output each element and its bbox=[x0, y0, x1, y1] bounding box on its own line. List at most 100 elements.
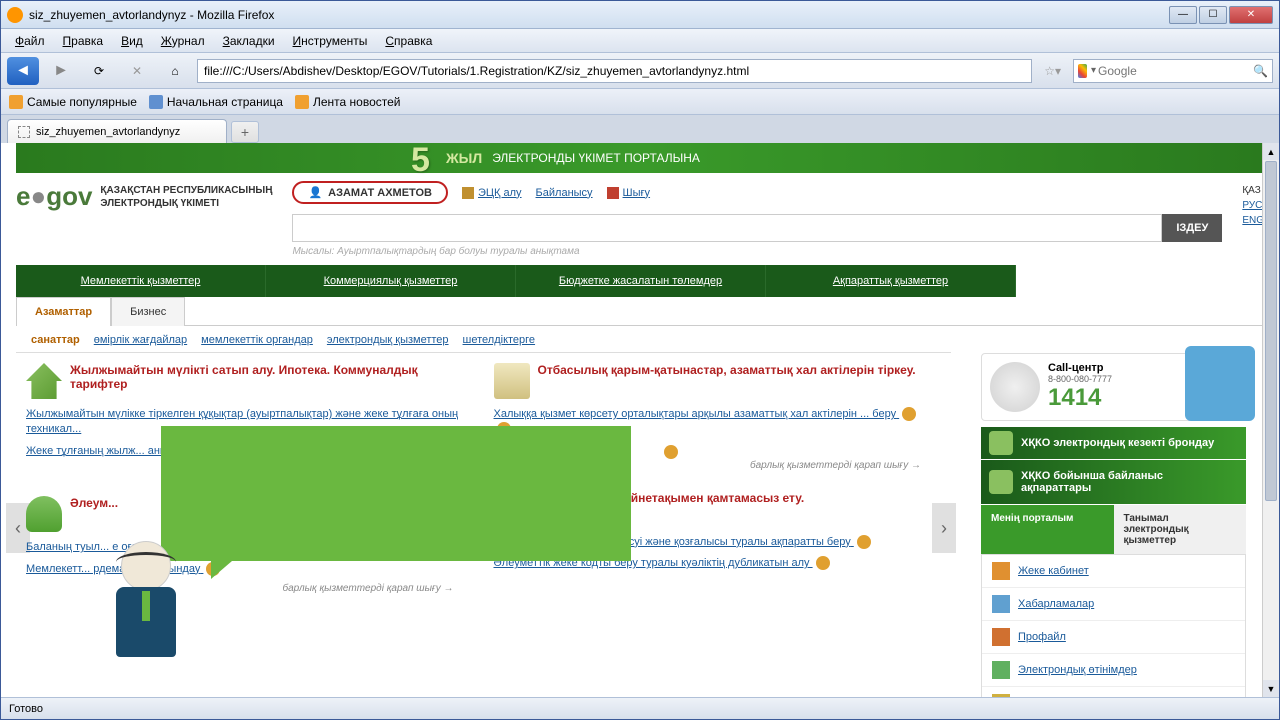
menu-file[interactable]: Файл bbox=[7, 31, 53, 51]
card-title: Әлеум... bbox=[70, 496, 118, 510]
tab-favicon bbox=[18, 126, 30, 138]
egov-header: e●gov ҚАЗАҚСТАН РЕСПУБЛИКАСЫНЫҢ ЭЛЕКТРОН… bbox=[1, 173, 1279, 265]
page-icon bbox=[149, 95, 163, 109]
link-eds[interactable]: ЭЦҚ алу bbox=[462, 187, 522, 199]
nav-toolbar: ◄ ► ⟳ ✕ ⌂ ☆▾ ▾ 🔍 bbox=[1, 53, 1279, 89]
badge-icon bbox=[902, 407, 916, 421]
tab-business[interactable]: Бизнес bbox=[111, 297, 185, 326]
audience-tabs: Азаматтар Бизнес bbox=[16, 297, 1264, 326]
reload-button[interactable]: ⟳ bbox=[83, 57, 115, 85]
service-link[interactable]: Мемлекетт... рдемақы тағайындау bbox=[26, 562, 464, 577]
sidebar-item-cabinet[interactable]: Жеке кабинет bbox=[982, 555, 1245, 588]
home-button[interactable]: ⌂ bbox=[159, 57, 191, 85]
tab-active[interactable]: siz_zhuyemen_avtorlandynyz bbox=[7, 119, 227, 143]
people-icon bbox=[26, 496, 62, 532]
menu-history[interactable]: Журнал bbox=[153, 31, 213, 51]
firefox-icon bbox=[7, 7, 23, 23]
sidebar-item-profile[interactable]: Профайл bbox=[982, 621, 1245, 654]
lang-rus[interactable]: РУС bbox=[1242, 200, 1264, 211]
minimize-button[interactable]: — bbox=[1169, 6, 1197, 24]
side-tab-myportal[interactable]: Менің порталым bbox=[981, 505, 1114, 554]
lang-eng[interactable]: ENG bbox=[1242, 215, 1264, 226]
user-icon: 👤 bbox=[308, 186, 322, 199]
view-all-link[interactable]: барлық қызметтерді қарап шығу → bbox=[26, 583, 464, 594]
subtab-foreign[interactable]: шетелдіктерге bbox=[463, 334, 536, 346]
card-title: Жылжымайтын мүлікті сатып алу. Ипотека. … bbox=[70, 363, 464, 391]
egov-logo[interactable]: e●gov ҚАЗАҚСТАН РЕСПУБЛИКАСЫНЫҢ ЭЛЕКТРОН… bbox=[16, 181, 272, 212]
scroll-icon bbox=[494, 363, 530, 399]
menu-view[interactable]: Вид bbox=[113, 31, 151, 51]
sidebar-item-messages[interactable]: Хабарламалар bbox=[982, 588, 1245, 621]
menu-help[interactable]: Справка bbox=[377, 31, 440, 51]
menu-tools[interactable]: Инструменты bbox=[285, 31, 376, 51]
maximize-button[interactable]: ☐ bbox=[1199, 6, 1227, 24]
lang-kaz[interactable]: ҚАЗ bbox=[1242, 185, 1264, 196]
side-banner-contact[interactable]: ХҚКО бойынша байланыс ақпараттары bbox=[981, 460, 1246, 504]
bookmark-star-icon[interactable]: ☆▾ bbox=[1044, 64, 1061, 78]
nav-info[interactable]: Ақпараттық қызметтер bbox=[766, 265, 1016, 297]
status-text: Готово bbox=[9, 703, 43, 715]
sidebar: Call-центр 8-800-080-7777 1414 ХҚКО элек… bbox=[981, 353, 1246, 697]
scroll-down-button[interactable]: ▼ bbox=[1263, 680, 1279, 697]
side-banner-queue[interactable]: ХҚКО электрондық кезекті брондау bbox=[981, 427, 1246, 459]
new-tab-button[interactable]: + bbox=[231, 121, 259, 143]
nav-commercial[interactable]: Коммерциялық қызметтер bbox=[266, 265, 516, 297]
sidebar-item-history[interactable]: Қызметтер алу тарихы bbox=[982, 687, 1245, 697]
bookmark-popular[interactable]: Самые популярные bbox=[9, 95, 137, 109]
bookmark-home[interactable]: Начальная страница bbox=[149, 95, 283, 109]
page-content: 5 ЖЫЛ ЭЛЕКТРОНДЫ ҮКІМЕТ ПОРТАЛЫНА e●gov … bbox=[1, 143, 1279, 697]
page-viewport: 5 ЖЫЛ ЭЛЕКТРОНДЫ ҮКІМЕТ ПОРТАЛЫНА e●gov … bbox=[1, 143, 1279, 697]
subtab-eservices[interactable]: электрондық қызметтер bbox=[327, 334, 449, 346]
nav-state-services[interactable]: Мемлекеттік қызметтер bbox=[16, 265, 266, 297]
menubar: Файл Правка Вид Журнал Закладки Инструме… bbox=[1, 29, 1279, 53]
vertical-scrollbar[interactable]: ▲ ▼ bbox=[1262, 143, 1279, 697]
search-input[interactable] bbox=[1098, 64, 1253, 78]
assistant-body bbox=[116, 587, 176, 657]
header-right: 👤 АЗАМАТ АХМЕТОВ ЭЦҚ алу Байланысу Шығу … bbox=[292, 181, 1222, 257]
logout-icon bbox=[607, 187, 619, 199]
forward-button[interactable]: ► bbox=[45, 57, 77, 85]
nav-payments[interactable]: Бюджетке жасалатын төлемдер bbox=[516, 265, 766, 297]
banner-five-logo: 5 bbox=[411, 143, 451, 191]
menu-bookmarks[interactable]: Закладки bbox=[215, 31, 283, 51]
assistant-avatar bbox=[101, 541, 191, 671]
banner-year: ЖЫЛ bbox=[446, 150, 482, 166]
tab-citizens[interactable]: Азаматтар bbox=[16, 297, 111, 326]
side-tab-popular[interactable]: Танымал электрондық қызметтер bbox=[1114, 505, 1247, 554]
portal-search-button[interactable]: ІЗДЕУ bbox=[1162, 214, 1222, 242]
close-button[interactable]: ✕ bbox=[1229, 6, 1273, 24]
link-logout[interactable]: Шығу bbox=[607, 187, 651, 199]
portal-search-input[interactable] bbox=[292, 214, 1162, 242]
scroll-up-button[interactable]: ▲ bbox=[1263, 143, 1279, 160]
scroll-thumb[interactable] bbox=[1265, 161, 1277, 501]
subtab-life[interactable]: өмірлік жағдайлар bbox=[94, 334, 187, 346]
tutorial-bubble bbox=[161, 426, 631, 561]
google-icon bbox=[1078, 64, 1087, 78]
tab-bar: siz_zhuyemen_avtorlandynyz + bbox=[1, 115, 1279, 143]
rss-icon bbox=[295, 95, 309, 109]
logo-mark: e●gov bbox=[16, 181, 92, 212]
bookmark-news[interactable]: Лента новостей bbox=[295, 95, 401, 109]
subtabs: санаттар өмірлік жағдайлар мемлекеттік о… bbox=[16, 326, 951, 353]
subtab-gov[interactable]: мемлекеттік органдар bbox=[201, 334, 313, 346]
url-input[interactable] bbox=[197, 59, 1032, 83]
search-go-icon[interactable]: 🔍 bbox=[1253, 64, 1268, 78]
assistant-head bbox=[121, 541, 171, 591]
menu-edit[interactable]: Правка bbox=[55, 31, 112, 51]
profile-icon bbox=[992, 628, 1010, 646]
search-box: ▾ 🔍 bbox=[1073, 59, 1273, 83]
back-button[interactable]: ◄ bbox=[7, 57, 39, 85]
banner-text: ЭЛЕКТРОНДЫ ҮКІМЕТ ПОРТАЛЫНА bbox=[492, 151, 700, 165]
folder-icon bbox=[9, 95, 23, 109]
tie-icon bbox=[142, 591, 150, 621]
clock-icon bbox=[992, 694, 1010, 697]
stop-button[interactable]: ✕ bbox=[121, 57, 153, 85]
subtab-categories[interactable]: санаттар bbox=[31, 334, 80, 346]
link-contact[interactable]: Байланысу bbox=[536, 187, 593, 199]
card-title: Отбасылық қарым-қатынастар, азаматтық ха… bbox=[538, 363, 916, 377]
key-icon bbox=[462, 187, 474, 199]
callcenter-widget[interactable]: Call-центр 8-800-080-7777 1414 bbox=[981, 353, 1246, 421]
sidebar-item-requests[interactable]: Электрондық өтінімдер bbox=[982, 654, 1245, 687]
house-icon bbox=[26, 363, 62, 399]
badge-icon bbox=[816, 556, 830, 570]
